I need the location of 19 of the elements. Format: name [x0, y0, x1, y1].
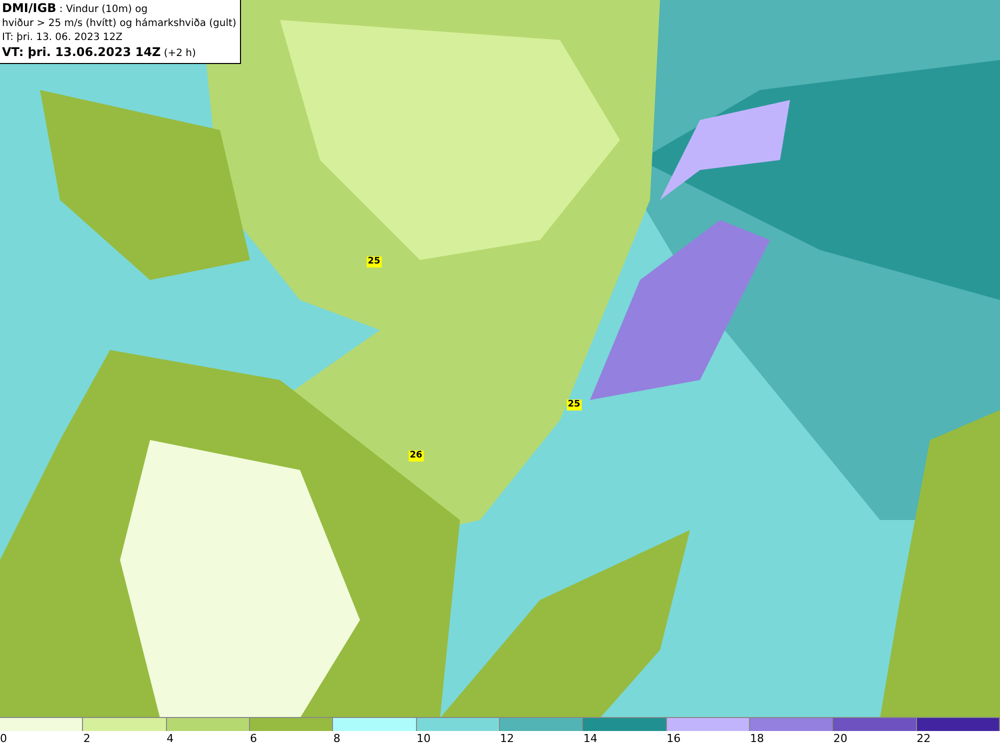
scale-label: 4 — [166, 731, 174, 746]
scale-label: 2 — [83, 731, 90, 746]
scale-label: 8 — [333, 731, 340, 746]
info-text: DMI/IGB : Vindur (10m) og — [2, 1, 149, 17]
scale-label: 22 — [916, 731, 931, 746]
info-text: hviður > 25 m/s (hvítt) og hámarkshviða (gult) — [2, 17, 236, 31]
gust-label: 25 — [566, 400, 582, 410]
scale-label: 0 — [0, 731, 7, 746]
scale-label: 10 — [416, 731, 431, 746]
scale-label: 16 — [666, 731, 681, 746]
scale-label: 20 — [833, 731, 848, 746]
scale-label: 14 — [583, 731, 598, 746]
scale-label: 6 — [250, 731, 257, 746]
gust-label: 25 — [366, 256, 382, 268]
info-text: IT: þri. 13. 06. 2023 12Z — [2, 31, 124, 45]
scale-label: 18 — [750, 731, 764, 746]
scale-label: 12 — [500, 731, 514, 746]
info-text: VT: þri. 13.06.2023 14Z (+2 h) — [2, 45, 197, 61]
gust-label: 26 — [408, 450, 424, 462]
